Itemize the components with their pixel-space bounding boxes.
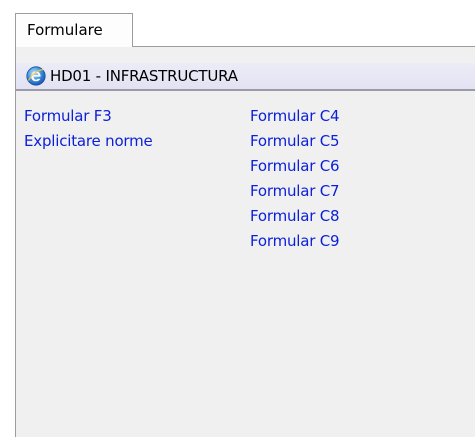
link-formular-f3[interactable]: Formular F3 (24, 107, 112, 125)
link-formular-c5[interactable]: Formular C5 (250, 132, 340, 150)
group-title: HD01 - INFRASTRUCTURA (50, 67, 238, 85)
link-formular-c8[interactable]: Formular C8 (250, 207, 340, 225)
forms-window: Formulare HD01 - INFRASTRUCTURA Formular… (0, 0, 475, 437)
forms-panel: HD01 - INFRASTRUCTURA Formular F3 Explic… (15, 46, 475, 437)
link-formular-c6[interactable]: Formular C6 (250, 157, 340, 175)
link-explicitare-norme[interactable]: Explicitare norme (24, 132, 153, 150)
link-formular-c7[interactable]: Formular C7 (250, 182, 340, 200)
link-formular-c9[interactable]: Formular C9 (250, 232, 340, 250)
tab-strip-divider (133, 46, 475, 47)
group-header[interactable]: HD01 - INFRASTRUCTURA (16, 63, 475, 91)
link-formular-c4[interactable]: Formular C4 (250, 107, 340, 125)
tab-formulare[interactable]: Formulare (15, 13, 133, 47)
tab-label: Formulare (27, 21, 103, 39)
internet-explorer-icon (26, 66, 46, 86)
